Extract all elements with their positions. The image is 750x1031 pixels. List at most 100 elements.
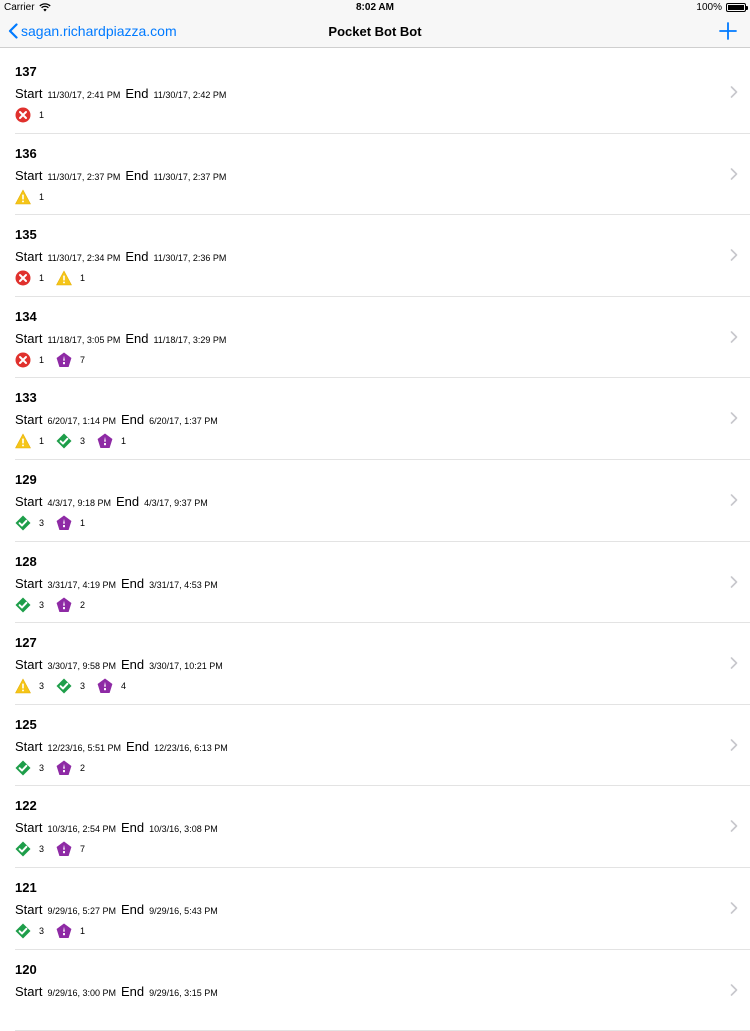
issue-summary: 3 3 4 (15, 678, 750, 694)
back-button[interactable]: sagan.richardpiazza.com (8, 23, 177, 39)
issue-badge: 3 (15, 841, 44, 857)
issue-badge: 1 (15, 189, 44, 205)
end-value: 9/29/16, 5:43 PM (149, 905, 218, 916)
issue-summary: 3 2 (15, 760, 750, 776)
issue-summary: 3 1 (15, 515, 750, 531)
battery-icon (726, 3, 748, 12)
integration-times: Start 11/30/17, 2:37 PM End 11/30/17, 2:… (15, 168, 750, 184)
start-label: Start (15, 249, 43, 265)
issue-summary: 3 2 (15, 597, 750, 613)
start-value: 11/30/17, 2:34 PM (47, 253, 121, 264)
list-item[interactable]: 137 Start 11/30/17, 2:41 PM End 11/30/17… (15, 52, 750, 134)
issue-count: 4 (121, 681, 127, 692)
start-label: Start (15, 330, 43, 346)
chevron-right-icon (730, 983, 738, 996)
analyzer-icon (56, 515, 80, 531)
list-item[interactable]: 125 Start 12/23/16, 5:51 PM End 12/23/16… (15, 705, 750, 787)
integration-number: 128 (15, 553, 37, 569)
list-item[interactable]: 129 Start 4/3/17, 9:18 PM End 4/3/17, 9:… (15, 460, 750, 542)
success-icon (15, 515, 39, 531)
start-value: 10/3/16, 2:54 PM (47, 824, 117, 835)
list-item[interactable]: 128 Start 3/31/17, 4:19 PM End 3/31/17, … (15, 542, 750, 624)
issue-count: 1 (80, 517, 86, 528)
success-icon (15, 841, 39, 857)
list-item[interactable]: 133 Start 6/20/17, 1:14 PM End 6/20/17, … (15, 378, 750, 460)
back-button-label: sagan.richardpiazza.com (21, 23, 177, 39)
issue-badge: 1 (15, 270, 44, 286)
issue-summary: 1 7 (15, 352, 750, 368)
list-item[interactable]: 136 Start 11/30/17, 2:37 PM End 11/30/17… (15, 134, 750, 216)
issue-summary: 1 1 (15, 270, 750, 286)
issue-badge: 1 (15, 107, 44, 123)
error-icon (15, 107, 39, 123)
list-item[interactable]: 121 Start 9/29/16, 5:27 PM End 9/29/16, … (15, 868, 750, 950)
list-item[interactable]: 134 Start 11/18/17, 3:05 PM End 11/18/17… (15, 297, 750, 379)
start-label: Start (15, 738, 43, 754)
end-label: End (126, 738, 150, 754)
start-value: 6/20/17, 1:14 PM (47, 416, 117, 427)
issue-badge: 3 (56, 433, 85, 449)
chevron-right-icon (730, 902, 738, 914)
integration-number: 125 (15, 716, 37, 732)
issue-summary: 1 3 1 (15, 433, 750, 449)
issue-count: 7 (80, 844, 86, 855)
issue-count: 1 (39, 110, 45, 120)
add-icon[interactable] (718, 21, 738, 41)
integration-times: Start 9/29/16, 3:00 PM End 9/29/16, 3:15… (15, 984, 750, 1000)
issue-summary (15, 1005, 750, 1021)
error-icon (15, 352, 39, 368)
list-item[interactable]: 120 Start 9/29/16, 3:00 PM End 9/29/16, … (15, 950, 750, 1031)
list-item[interactable]: 122 Start 10/3/16, 2:54 PM End 10/3/16, … (15, 786, 750, 868)
end-label: End (125, 249, 149, 265)
issue-badge: 3 (15, 923, 44, 939)
end-value: 11/30/17, 2:42 PM (153, 90, 227, 100)
issue-badge: 1 (56, 515, 85, 531)
analyzer-icon (97, 433, 121, 449)
issue-badge: 1 (56, 923, 85, 939)
end-label: End (121, 657, 145, 673)
integration-times: Start 9/29/16, 5:27 PM End 9/29/16, 5:43… (15, 902, 750, 918)
error-icon (15, 270, 39, 286)
issue-badge: 1 (15, 352, 44, 368)
integration-times: Start 11/30/17, 2:41 PM End 11/30/17, 2:… (15, 86, 750, 102)
issue-count: 1 (39, 436, 45, 447)
integration-number: 133 (15, 390, 37, 406)
end-value: 4/3/17, 9:37 PM (144, 497, 208, 508)
chevron-right-icon (730, 657, 738, 669)
list-item[interactable]: 127 Start 3/30/17, 9:58 PM End 3/30/17, … (15, 623, 750, 705)
list-item[interactable]: 135 Start 11/30/17, 2:34 PM End 11/30/17… (15, 215, 750, 297)
warning-icon (15, 678, 39, 694)
status-bar: Carrier 8:02 AM 100% (0, 0, 750, 16)
integration-times: Start 6/20/17, 1:14 PM End 6/20/17, 1:37… (15, 412, 750, 428)
end-value: 3/31/17, 4:53 PM (149, 579, 218, 590)
analyzer-icon (56, 352, 80, 368)
end-label: End (125, 86, 149, 101)
start-label: Start (15, 575, 43, 591)
issue-badge: 3 (56, 678, 85, 694)
issue-count: 2 (80, 599, 86, 610)
success-icon (15, 597, 39, 613)
success-icon (15, 923, 39, 939)
issue-count: 3 (80, 436, 86, 447)
issue-badge: 1 (15, 433, 44, 449)
chevron-right-icon (730, 167, 738, 180)
start-label: Start (15, 657, 43, 673)
issue-count: 3 (39, 925, 45, 936)
start-value: 11/30/17, 2:41 PM (47, 90, 121, 100)
issue-count: 1 (80, 273, 86, 284)
issue-badge: 3 (15, 678, 44, 694)
analyzer-icon (56, 923, 80, 939)
chevron-right-icon (730, 738, 738, 751)
start-value: 12/23/16, 5:51 PM (47, 742, 122, 753)
issue-count: 3 (39, 762, 45, 773)
end-label: End (121, 820, 145, 836)
end-value: 11/30/17, 2:36 PM (153, 253, 227, 264)
issue-count: 1 (121, 436, 127, 447)
issue-badge: 3 (15, 760, 44, 776)
issue-summary: 3 1 (15, 923, 750, 939)
warning-icon (56, 270, 80, 286)
chevron-right-icon (730, 330, 738, 343)
issue-badge: 1 (97, 433, 126, 449)
end-value: 10/3/16, 3:08 PM (149, 824, 218, 835)
integration-times: Start 3/31/17, 4:19 PM End 3/31/17, 4:53… (15, 576, 750, 592)
